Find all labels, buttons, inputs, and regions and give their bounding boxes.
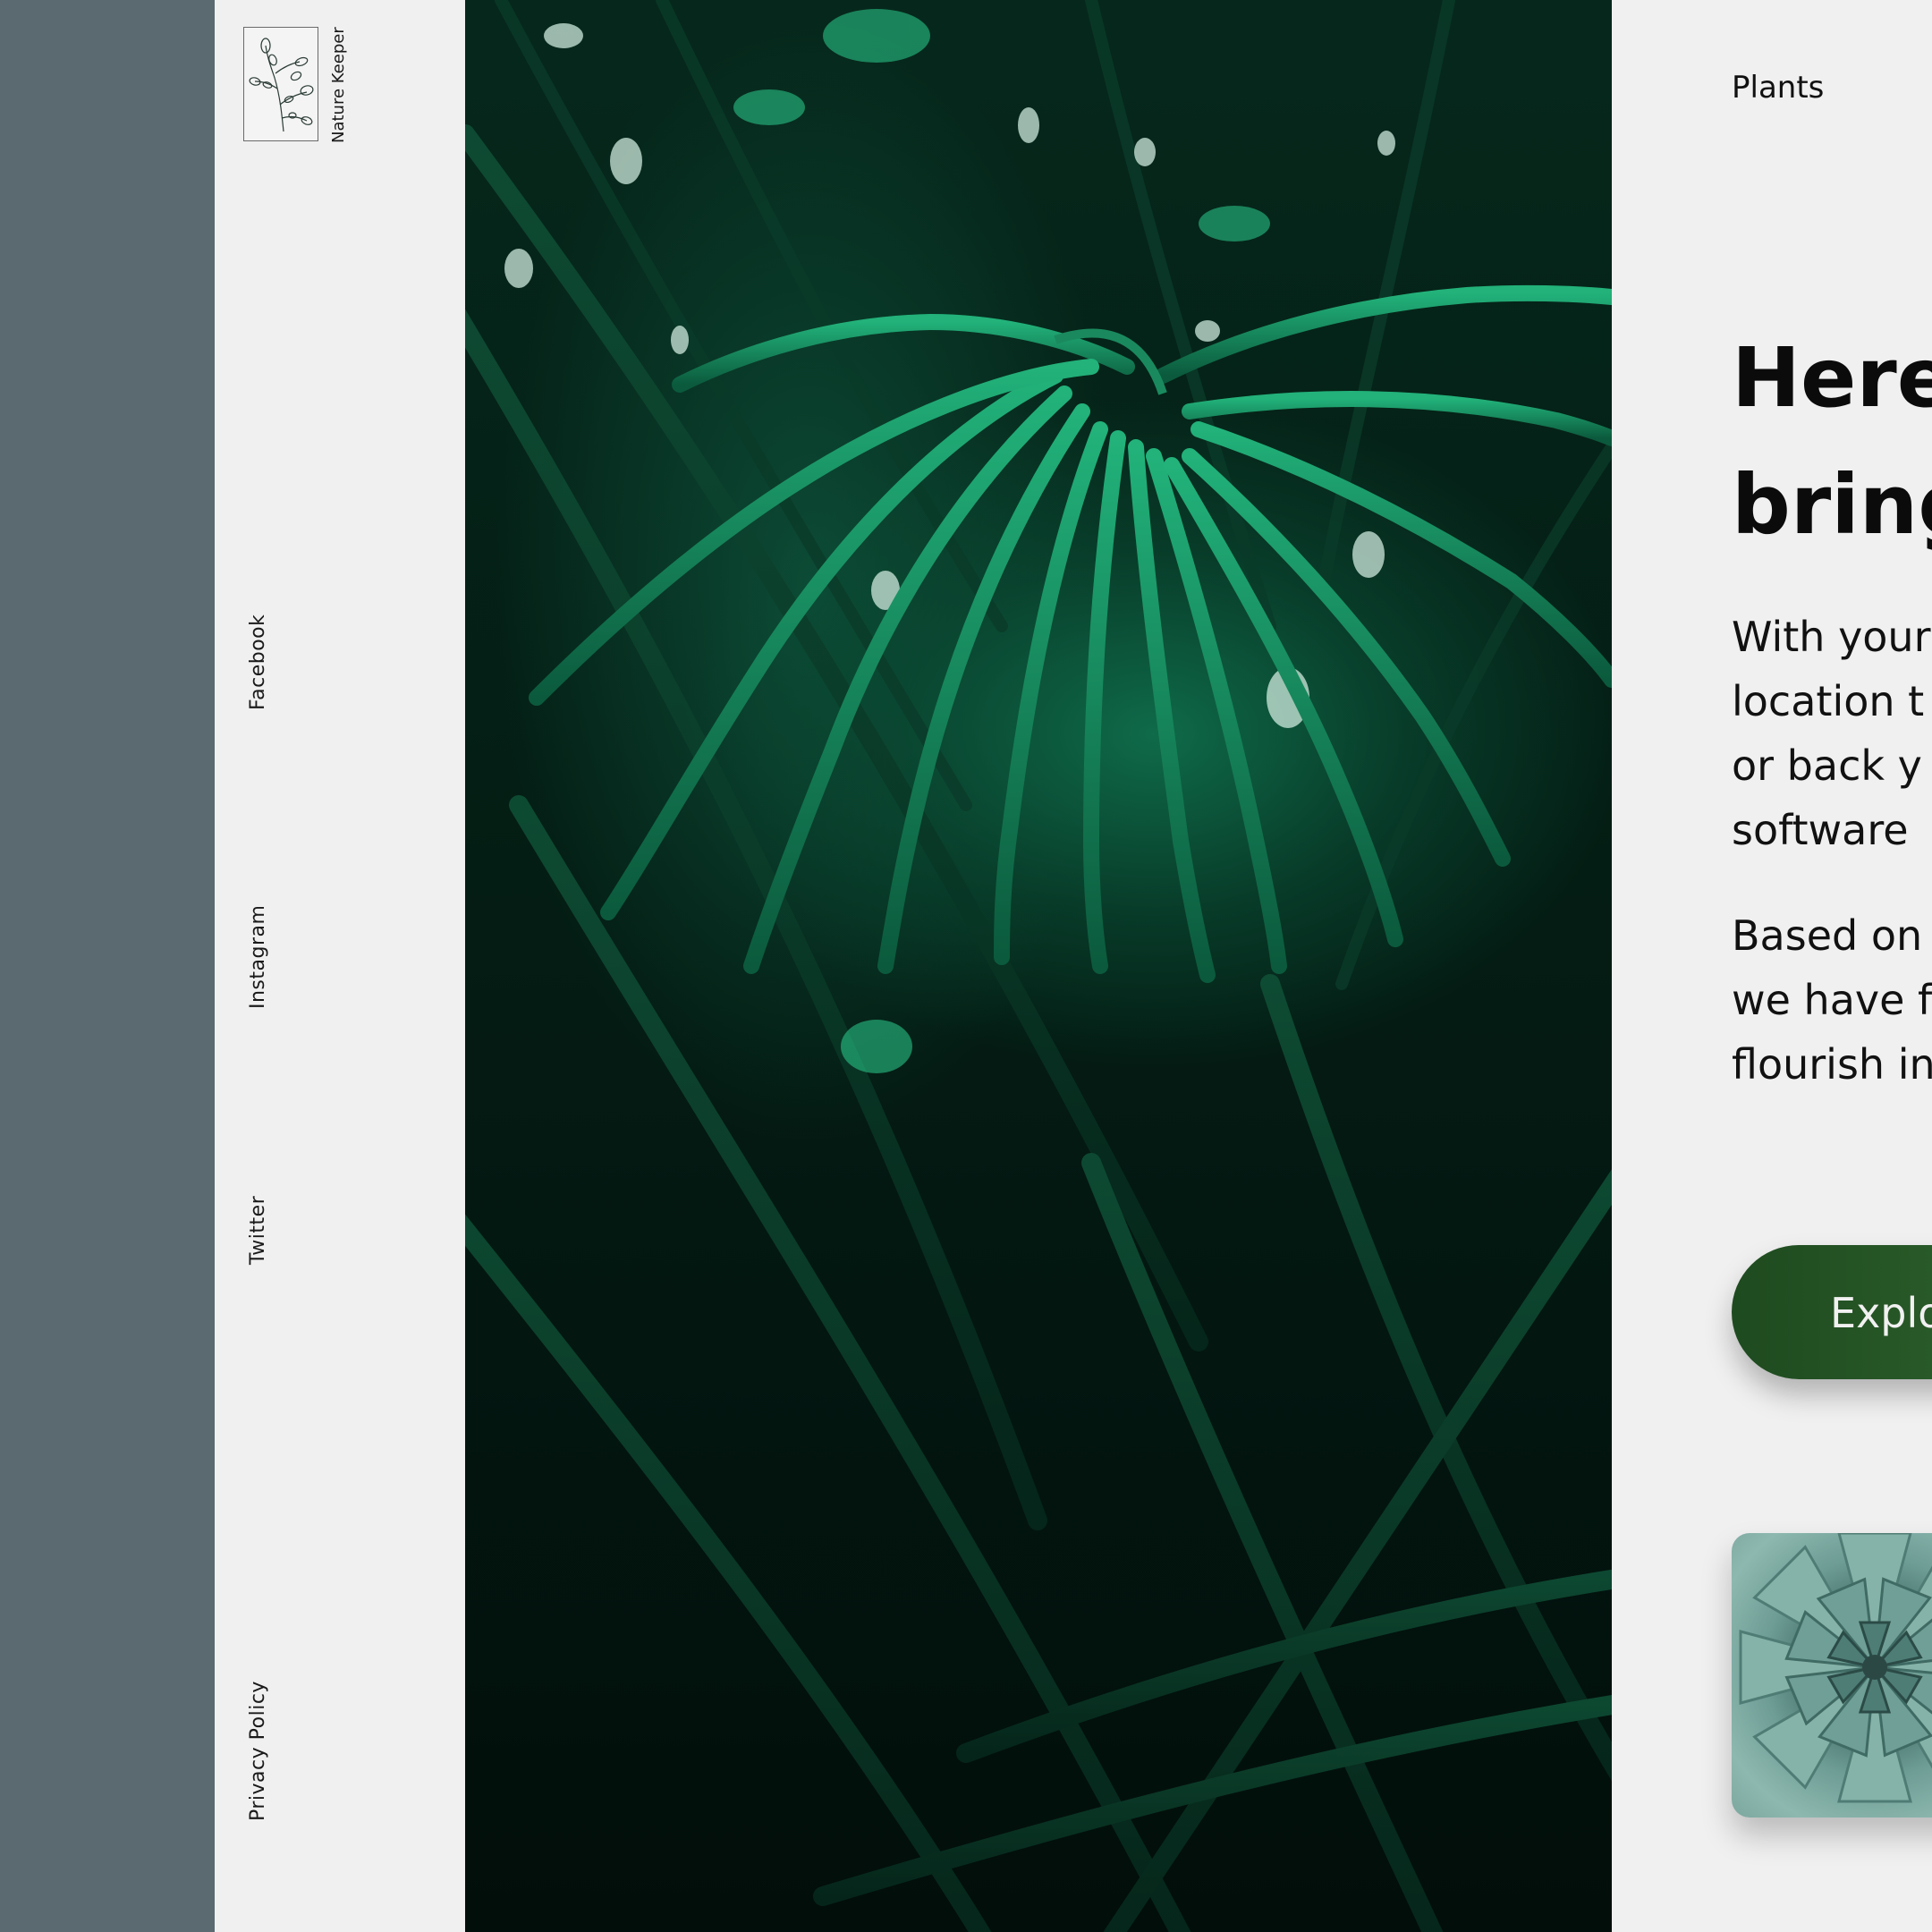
intro-line: or back y (1732, 741, 1922, 790)
brand-logo[interactable] (243, 27, 318, 141)
slate-background (0, 0, 215, 1932)
instagram-link[interactable]: Instagram (247, 905, 269, 1009)
detail-line: Based on (1732, 911, 1923, 960)
explore-button[interactable]: Explo (1732, 1245, 1932, 1379)
twitter-link[interactable]: Twitter (247, 1196, 269, 1265)
main-content: Plants Here bring With your location t o… (1612, 0, 1932, 1932)
hero-photo-palm-leaves (465, 0, 1612, 1932)
detail-line: flourish in (1732, 1040, 1932, 1089)
intro-line: software (1732, 806, 1909, 854)
hero-headline: Here bring (1732, 315, 1932, 569)
page: Nature Keeper Facebook Instagram Twitter… (0, 0, 1932, 1932)
facebook-link[interactable]: Facebook (247, 614, 269, 710)
plant-sketch-icon (249, 38, 314, 132)
nav-plants-link[interactable]: Plants (1732, 70, 1824, 106)
sidebar: Nature Keeper Facebook Instagram Twitter… (215, 0, 465, 1932)
intro-paragraph: With your location t or back y software (1732, 605, 1932, 862)
succulent-image (1739, 1533, 1932, 1803)
detail-paragraph: Based on we have f flourish in (1732, 903, 1932, 1097)
headline-line-2: bring (1732, 457, 1932, 553)
intro-line: location t (1732, 677, 1925, 725)
detail-line: we have f (1732, 976, 1932, 1024)
palm-leaves-illustration (465, 0, 1612, 1932)
intro-line: With your (1732, 613, 1931, 661)
privacy-policy-link[interactable]: Privacy Policy (247, 1681, 269, 1821)
headline-line-1: Here (1732, 330, 1932, 426)
succulent-card[interactable] (1732, 1533, 1932, 1818)
brand-name: Nature Keeper (329, 27, 348, 143)
